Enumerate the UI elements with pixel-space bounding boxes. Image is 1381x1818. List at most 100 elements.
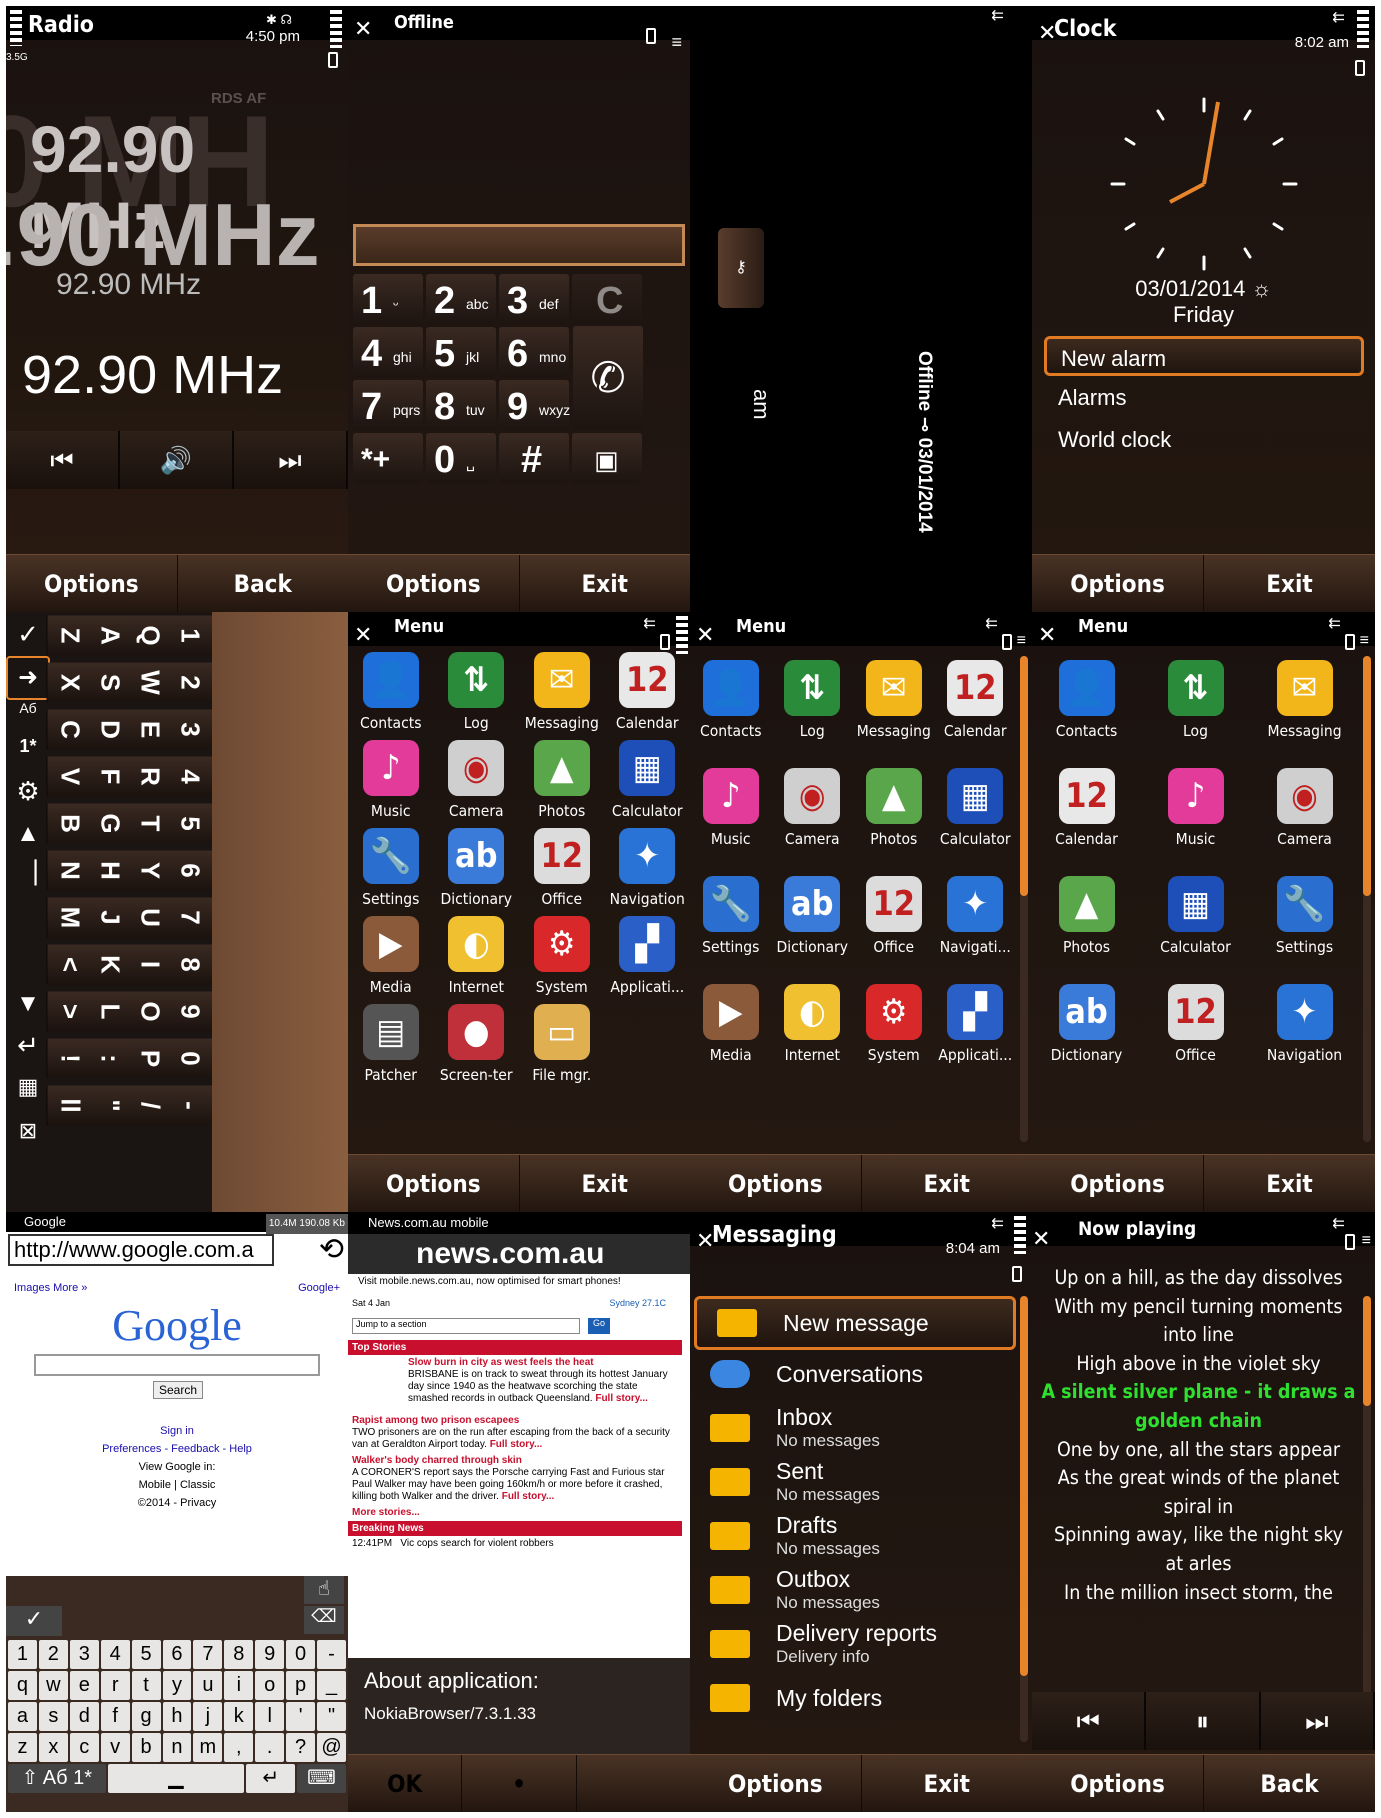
key[interactable]: x	[38, 1733, 68, 1762]
preferences-links[interactable]: Preferences - Feedback - Help	[6, 1440, 348, 1458]
key[interactable]: ll	[46, 1085, 94, 1126]
key[interactable]: d	[69, 1702, 99, 1731]
key[interactable]: S	[86, 662, 134, 703]
more-link[interactable]: More »	[53, 1282, 87, 1294]
section-select[interactable]: Jump to a section	[352, 1318, 580, 1334]
menu-item[interactable]: ✉ Messaging	[519, 652, 605, 740]
hand-icon[interactable]: ☝	[304, 1576, 344, 1604]
key[interactable]: /	[126, 1085, 174, 1126]
key[interactable]: D	[86, 709, 134, 750]
menu-icon[interactable]	[1014, 1216, 1026, 1254]
key[interactable]: t	[131, 1671, 161, 1700]
menu-item[interactable]: 12 Office	[853, 876, 935, 984]
key-4[interactable]: 4 ghi	[353, 327, 423, 377]
menu-item[interactable]: 👤 Contacts	[348, 652, 434, 740]
key[interactable]: Y	[126, 850, 174, 891]
menu-item[interactable]: ▭ File mgr.	[519, 1004, 605, 1092]
back-button[interactable]: Back	[1204, 1755, 1375, 1812]
messaging-item[interactable]: Conversations	[690, 1350, 1016, 1404]
menu-item[interactable]: 12 Office	[1141, 984, 1250, 1092]
key[interactable]: U	[126, 897, 174, 938]
key[interactable]: a	[8, 1702, 37, 1731]
google-plus-link[interactable]: Google+	[298, 1282, 340, 1294]
key[interactable]: h	[162, 1702, 192, 1731]
menu-item[interactable]: ▶ Media	[690, 984, 772, 1092]
key[interactable]: 8	[224, 1640, 254, 1669]
menu-item[interactable]: ▞ Applicati...	[935, 984, 1017, 1092]
key[interactable]: 7	[193, 1640, 223, 1669]
menu-icon[interactable]: ≡	[1360, 632, 1369, 650]
key[interactable]: "	[86, 1085, 134, 1126]
ok-button[interactable]: OK	[348, 1755, 463, 1812]
alarms-item[interactable]: Alarms	[1044, 378, 1364, 418]
menu-item[interactable]: ab Dictionary	[1032, 984, 1141, 1092]
menu-item[interactable]: 12 Office	[519, 828, 605, 916]
menu-item[interactable]: ▦ Calculator	[935, 768, 1017, 876]
menu-item[interactable]: ⚙ System	[853, 984, 935, 1092]
close-icon[interactable]: ✕	[1038, 622, 1056, 648]
exit-button[interactable]: Exit	[862, 1755, 1033, 1812]
key[interactable]: I	[126, 944, 174, 985]
options-button[interactable]: Options	[348, 555, 520, 612]
menu-item[interactable]: ▲ Photos	[519, 740, 605, 828]
key[interactable]: k	[224, 1702, 254, 1731]
menu-item[interactable]: ♪ Music	[1141, 768, 1250, 876]
url-field[interactable]: http://www.google.com.a	[8, 1234, 274, 1266]
exit-button[interactable]: Exit	[1204, 555, 1375, 612]
menu-item[interactable]: ◐ Internet	[434, 916, 520, 1004]
key[interactable]: 0	[166, 1038, 214, 1079]
key-0[interactable]: 0 ␣	[426, 433, 496, 483]
key[interactable]: e	[69, 1671, 99, 1700]
more-stories-link[interactable]: More stories...	[352, 1507, 420, 1518]
menu-item[interactable]: ⇅ Log	[772, 660, 854, 768]
search-input[interactable]	[34, 1354, 320, 1376]
clear-key[interactable]: C	[572, 274, 642, 324]
menu-item[interactable]: 👤 Contacts	[1032, 660, 1141, 768]
key[interactable]: 0	[286, 1640, 316, 1669]
key-7[interactable]: 7 pqrs	[353, 380, 423, 430]
go-button[interactable]: Go	[588, 1318, 610, 1334]
key[interactable]: ,	[224, 1733, 254, 1762]
menu-item[interactable]: ♪ Music	[348, 740, 434, 828]
menu-item[interactable]: 🔧 Settings	[690, 876, 772, 984]
key[interactable]: q	[8, 1671, 37, 1700]
menu-item[interactable]: 👤 Contacts	[690, 660, 772, 768]
back-button[interactable]: Back	[178, 555, 349, 612]
scrollbar[interactable]	[1020, 656, 1028, 1142]
contacts-key[interactable]: ▣	[572, 433, 642, 483]
key[interactable]: _	[317, 1671, 346, 1700]
next-icon[interactable]: ⏭	[234, 431, 348, 489]
key[interactable]: 2	[38, 1640, 68, 1669]
key[interactable]: 5	[166, 803, 214, 844]
key[interactable]: R	[126, 756, 174, 797]
menu-item[interactable]: ✦ Navigation	[605, 828, 691, 916]
key[interactable]: C	[46, 709, 94, 750]
key[interactable]: 1	[166, 615, 214, 656]
key[interactable]: p	[286, 1671, 316, 1700]
exit-button[interactable]: Exit	[520, 1155, 691, 1212]
menu-item[interactable]: ▦ Calculator	[1141, 876, 1250, 984]
key-1[interactable]: 1ᵕ	[353, 274, 423, 324]
keyboard-icon[interactable]: ▦	[6, 1074, 50, 1118]
key[interactable]: <	[46, 944, 94, 985]
menu-item[interactable]: ◉ Camera	[772, 768, 854, 876]
menu-item[interactable]: 12 Calendar	[605, 652, 691, 740]
key[interactable]: 6	[162, 1640, 192, 1669]
key[interactable]: c	[69, 1733, 99, 1762]
key-2[interactable]: 2 abc	[426, 274, 496, 324]
menu-item[interactable]: 12 Calendar	[1032, 768, 1141, 876]
key[interactable]: J	[86, 897, 134, 938]
exit-button[interactable]: Exit	[520, 555, 691, 612]
shift-key[interactable]: ⇧ Aб 1*	[8, 1764, 106, 1793]
space-key[interactable]: ▕	[6, 860, 50, 990]
menu-item[interactable]: ● Screen-ter	[434, 1004, 520, 1092]
gear-icon[interactable]: ⚙	[6, 776, 50, 820]
full-story-link[interactable]: Full story...	[502, 1491, 555, 1502]
previous-icon[interactable]: ⏮	[1032, 1692, 1147, 1750]
key[interactable]: .	[255, 1733, 285, 1762]
key[interactable]: '	[286, 1702, 316, 1731]
check-icon[interactable]: ✓	[6, 612, 50, 656]
key[interactable]: L	[86, 991, 134, 1032]
key[interactable]: l	[255, 1702, 285, 1731]
key[interactable]: K	[86, 944, 134, 985]
